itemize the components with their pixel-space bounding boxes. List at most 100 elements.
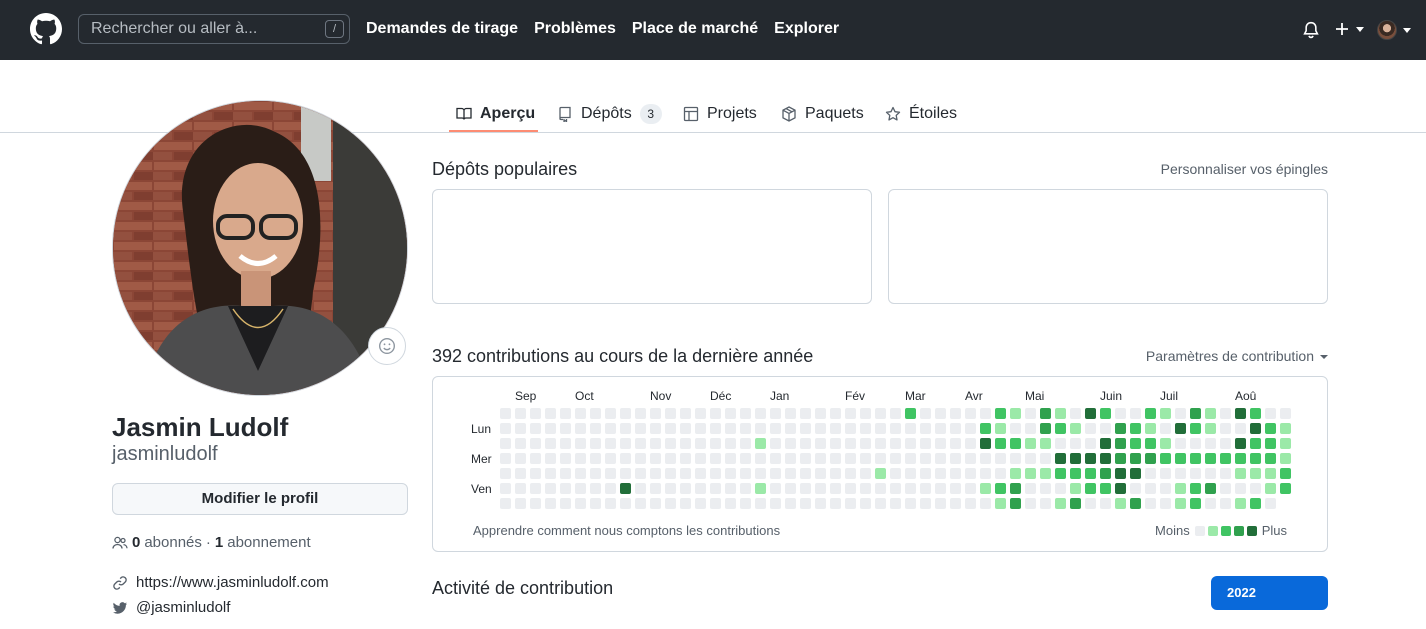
contribution-day[interactable] (1190, 483, 1201, 494)
create-new-menu[interactable] (1334, 18, 1364, 40)
contribution-day[interactable] (800, 453, 811, 464)
contribution-day[interactable] (1280, 408, 1291, 419)
contribution-day[interactable] (1280, 423, 1291, 434)
contribution-day[interactable] (785, 408, 796, 419)
contribution-day[interactable] (905, 498, 916, 509)
contribution-day[interactable] (800, 483, 811, 494)
contribution-day[interactable] (770, 453, 781, 464)
contribution-day[interactable] (680, 498, 691, 509)
contribution-day[interactable] (590, 423, 601, 434)
contribution-day[interactable] (1085, 483, 1096, 494)
contribution-day[interactable] (875, 423, 886, 434)
contribution-day[interactable] (965, 438, 976, 449)
contribution-day[interactable] (590, 468, 601, 479)
contribution-day[interactable] (755, 453, 766, 464)
learn-contributions-link[interactable]: Apprendre comment nous comptons les cont… (473, 523, 780, 538)
contribution-day[interactable] (980, 498, 991, 509)
contribution-day[interactable] (1040, 408, 1051, 419)
followers-label[interactable]: abonnés (144, 534, 202, 551)
contribution-day[interactable] (1025, 483, 1036, 494)
contribution-day[interactable] (815, 483, 826, 494)
contribution-day[interactable] (1175, 498, 1186, 509)
contribution-day[interactable] (830, 498, 841, 509)
contribution-day[interactable] (1205, 408, 1216, 419)
contribution-day[interactable] (650, 408, 661, 419)
contribution-day[interactable] (605, 468, 616, 479)
contribution-day[interactable] (1235, 423, 1246, 434)
contribution-day[interactable] (575, 423, 586, 434)
contribution-day[interactable] (545, 468, 556, 479)
contribution-day[interactable] (860, 453, 871, 464)
contribution-day[interactable] (500, 483, 511, 494)
contribution-day[interactable] (710, 423, 721, 434)
contribution-day[interactable] (1100, 408, 1111, 419)
contribution-day[interactable] (710, 438, 721, 449)
contribution-day[interactable] (1160, 483, 1171, 494)
contribution-day[interactable] (1220, 483, 1231, 494)
contribution-day[interactable] (875, 408, 886, 419)
contribution-day[interactable] (590, 453, 601, 464)
tab-packages[interactable]: Paquets (781, 96, 864, 132)
contribution-day[interactable] (1205, 453, 1216, 464)
contribution-day[interactable] (875, 498, 886, 509)
contribution-day[interactable] (785, 438, 796, 449)
contribution-day[interactable] (1145, 453, 1156, 464)
contribution-day[interactable] (1115, 498, 1126, 509)
tab-overview[interactable]: Aperçu (456, 96, 535, 132)
contribution-day[interactable] (1190, 453, 1201, 464)
contribution-day[interactable] (1055, 423, 1066, 434)
contribution-day[interactable] (845, 438, 856, 449)
contribution-day[interactable] (560, 438, 571, 449)
contribution-day[interactable] (1280, 453, 1291, 464)
contribution-day[interactable] (515, 468, 526, 479)
contribution-day[interactable] (1085, 438, 1096, 449)
contribution-day[interactable] (860, 423, 871, 434)
contribution-day[interactable] (1130, 453, 1141, 464)
contribution-day[interactable] (740, 408, 751, 419)
contribution-day[interactable] (1070, 483, 1081, 494)
contribution-day[interactable] (1145, 483, 1156, 494)
contribution-day[interactable] (560, 468, 571, 479)
contribution-day[interactable] (1070, 438, 1081, 449)
contribution-day[interactable] (680, 438, 691, 449)
contribution-day[interactable] (515, 483, 526, 494)
contribution-day[interactable] (920, 423, 931, 434)
contribution-day[interactable] (830, 453, 841, 464)
contribution-day[interactable] (800, 438, 811, 449)
contribution-day[interactable] (1115, 423, 1126, 434)
contribution-day[interactable] (725, 438, 736, 449)
contribution-day[interactable] (995, 438, 1006, 449)
contribution-day[interactable] (935, 453, 946, 464)
contribution-day[interactable] (950, 438, 961, 449)
contribution-day[interactable] (725, 423, 736, 434)
contribution-day[interactable] (920, 468, 931, 479)
contribution-day[interactable] (1025, 408, 1036, 419)
contribution-day[interactable] (935, 423, 946, 434)
contribution-day[interactable] (1130, 438, 1141, 449)
contribution-day[interactable] (755, 468, 766, 479)
contribution-day[interactable] (830, 423, 841, 434)
contribution-day[interactable] (1010, 453, 1021, 464)
contribution-day[interactable] (710, 453, 721, 464)
contribution-day[interactable] (1040, 438, 1051, 449)
contribution-day[interactable] (1100, 423, 1111, 434)
contribution-day[interactable] (980, 453, 991, 464)
contribution-day[interactable] (710, 483, 721, 494)
contribution-day[interactable] (860, 408, 871, 419)
contribution-day[interactable] (1055, 438, 1066, 449)
contribution-day[interactable] (695, 408, 706, 419)
contribution-day[interactable] (995, 498, 1006, 509)
contribution-day[interactable] (665, 468, 676, 479)
contribution-day[interactable] (665, 408, 676, 419)
contribution-day[interactable] (665, 453, 676, 464)
contribution-day[interactable] (905, 408, 916, 419)
contribution-day[interactable] (740, 483, 751, 494)
contribution-day[interactable] (650, 483, 661, 494)
contribution-day[interactable] (1010, 483, 1021, 494)
contribution-day[interactable] (830, 408, 841, 419)
contribution-day[interactable] (725, 453, 736, 464)
contribution-day[interactable] (635, 423, 646, 434)
contribution-day[interactable] (1205, 498, 1216, 509)
contribution-day[interactable] (635, 453, 646, 464)
contribution-day[interactable] (680, 483, 691, 494)
